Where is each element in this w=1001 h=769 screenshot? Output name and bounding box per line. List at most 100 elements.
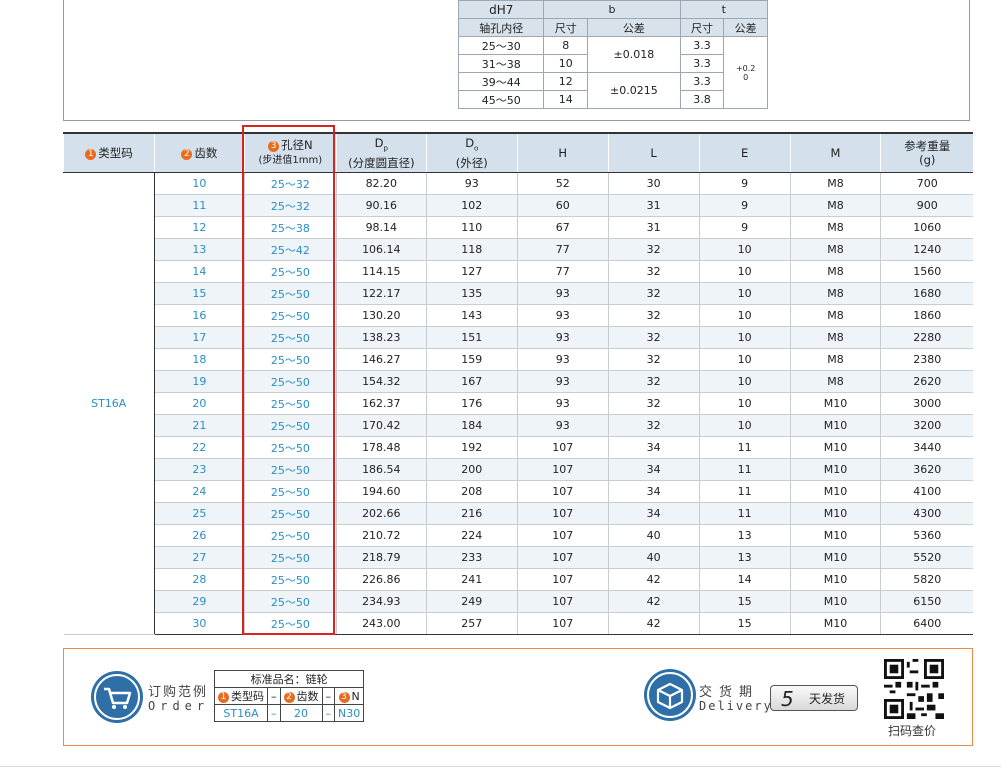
delivery-title-cn: 交货期	[699, 685, 760, 700]
col-m-header: M	[789, 132, 881, 173]
outer-diameter-cell: 249	[425, 590, 518, 613]
bore-cell: 25～50	[243, 392, 337, 415]
order-dash: –	[321, 704, 335, 722]
e-cell: 9	[698, 172, 791, 195]
m-cell: M10	[789, 524, 881, 547]
key-t-tol: +0.2 0	[723, 36, 768, 109]
col-type-header: 1 类型码	[63, 132, 155, 173]
weight-cell: 2280	[880, 326, 973, 349]
order-col1-label: 类型码	[231, 690, 264, 703]
h-cell: 93	[516, 370, 609, 393]
teeth-cell: 22	[153, 436, 245, 459]
pitch-diameter-cell: 202.66	[335, 502, 427, 525]
h-cell: 67	[516, 216, 609, 239]
table-row: ST16A 10 25～32 82.20 93 52 30 9 M8 700	[63, 172, 973, 635]
order-badge-1: 1	[218, 692, 229, 703]
table-row: 22 25～50 178.48 192 107 34 11 M10 3440	[64, 436, 973, 459]
weight-cell: 1860	[880, 304, 973, 327]
order-title-en: Order	[148, 699, 210, 713]
weight-cell: 2620	[880, 370, 973, 393]
col-dp-label: D	[374, 136, 384, 151]
b-header: b	[543, 0, 681, 19]
pitch-diameter-cell: 146.27	[335, 348, 427, 371]
e-cell: 10	[698, 260, 791, 283]
e-cell: 15	[698, 612, 791, 635]
badge-2: 2	[181, 149, 193, 160]
pitch-diameter-cell: 178.48	[335, 436, 427, 459]
order-dash: –	[321, 687, 335, 705]
outer-diameter-cell: 110	[425, 216, 518, 239]
l-cell: 34	[607, 458, 700, 481]
pitch-diameter-cell: 210.72	[335, 524, 427, 547]
table-row: 12 25～38 98.14 110 67 31 9 M8 1060	[64, 216, 973, 239]
pitch-diameter-cell: 186.54	[335, 458, 427, 481]
table-row: 30 25～50 243.00 257 107 42 15 M10 6400	[64, 612, 973, 635]
outer-diameter-cell: 143	[425, 304, 518, 327]
bore-cell: 25～50	[243, 282, 337, 305]
h-cell: 107	[516, 502, 609, 525]
pitch-diameter-cell: 218.79	[335, 546, 427, 569]
m-cell: M10	[789, 436, 881, 459]
weight-cell: 2380	[880, 348, 973, 371]
qr-code-icon[interactable]	[884, 659, 944, 719]
pitch-diameter-cell: 90.16	[335, 194, 427, 217]
order-example-table: 标准品名：链轮 1 类型码 – 2 齿数 – 3N ST16A – 20 – N30	[213, 670, 365, 722]
bore-cell: 25～38	[243, 216, 337, 239]
e-cell: 11	[698, 458, 791, 481]
l-cell: 31	[607, 216, 700, 239]
delivery-days: 5	[781, 687, 794, 711]
bore-cell: 25～50	[243, 304, 337, 327]
e-cell: 14	[698, 568, 791, 591]
table-row: 17 25～50 138.23 151 93 32 10 M8 2280	[64, 326, 973, 349]
teeth-cell: 11	[153, 194, 245, 217]
col-do-header: Do (外径)	[425, 132, 518, 173]
weight-cell: 6400	[880, 612, 973, 635]
bore-cell: 25～50	[243, 502, 337, 525]
m-cell: M10	[789, 458, 881, 481]
col-weight-unit: (g)	[919, 153, 936, 167]
m-cell: M10	[789, 480, 881, 503]
col-do-sub: o	[474, 144, 479, 153]
outer-diameter-cell: 118	[425, 238, 518, 261]
l-cell: 32	[607, 348, 700, 371]
m-cell: M8	[789, 348, 881, 371]
pitch-diameter-cell: 243.00	[335, 612, 427, 635]
weight-cell: 1060	[880, 216, 973, 239]
col-teeth-header: 2 齿数	[153, 132, 245, 173]
col-bore-label: 孔径N	[281, 138, 313, 152]
m-cell: M8	[789, 216, 881, 239]
weight-cell: 1560	[880, 260, 973, 283]
m-cell: M8	[789, 304, 881, 327]
h-cell: 77	[516, 238, 609, 261]
outer-diameter-cell: 200	[425, 458, 518, 481]
e-cell: 9	[698, 216, 791, 239]
l-cell: 34	[607, 502, 700, 525]
t-header: t	[679, 0, 769, 19]
table-row: 29 25～50 234.93 249 107 42 15 M10 6150	[64, 590, 973, 613]
delivery-title-en: Delivery	[699, 699, 773, 713]
h-cell: 107	[516, 524, 609, 547]
bore-cell: 25～50	[243, 524, 337, 547]
bore-cell: 25～50	[243, 326, 337, 349]
teeth-cell: 15	[153, 282, 245, 305]
table-row: 23 25～50 186.54 200 107 34 11 M10 3620	[64, 458, 973, 481]
col-do-label: D	[465, 136, 475, 151]
teeth-cell: 21	[153, 414, 245, 437]
col-dp-header: Dp (分度圆直径)	[335, 132, 427, 173]
key-bore: 25～30	[457, 36, 545, 55]
order-val3: N30	[333, 704, 365, 722]
teeth-cell: 27	[153, 546, 245, 569]
outer-diameter-cell: 241	[425, 568, 518, 591]
outer-diameter-cell: 135	[425, 282, 518, 305]
table-row: 20 25～50 162.37 176 93 32 10 M10 3000	[64, 392, 973, 415]
h-cell: 60	[516, 194, 609, 217]
col-bore-sub: (步进值1mm)	[258, 155, 323, 166]
bore-cell: 25～50	[243, 370, 337, 393]
outer-diameter-cell: 102	[425, 194, 518, 217]
weight-cell: 5360	[880, 524, 973, 547]
weight-cell: 900	[880, 194, 973, 217]
bore-cell: 25～32	[243, 194, 337, 217]
m-cell: M10	[789, 502, 881, 525]
dh7-header: dH7	[457, 0, 545, 19]
m-cell: M8	[789, 370, 881, 393]
